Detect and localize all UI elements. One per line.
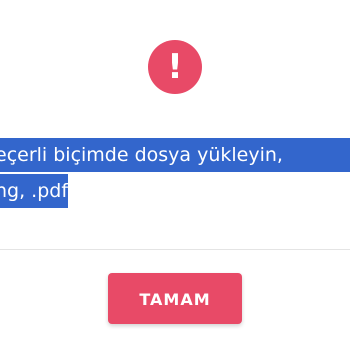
alert-dialog: ! eçerli biçimde dosya yükleyin, ng, .pd… <box>0 0 350 350</box>
exclamation-glyph: ! <box>167 47 183 87</box>
message-line-1-text: eçerli biçimde dosya yükleyin, <box>0 144 283 166</box>
message-line-2: ng, .pdf <box>0 174 69 208</box>
message-line-1: eçerli biçimde dosya yükleyin, <box>0 138 350 172</box>
dialog-message: eçerli biçimde dosya yükleyin, ng, .pdf <box>0 138 350 214</box>
exclamation-icon: ! <box>148 40 202 94</box>
dialog-divider <box>0 249 350 250</box>
ok-button[interactable]: TAMAM <box>108 273 242 324</box>
message-line-2-text: ng, .pdf <box>0 180 69 202</box>
